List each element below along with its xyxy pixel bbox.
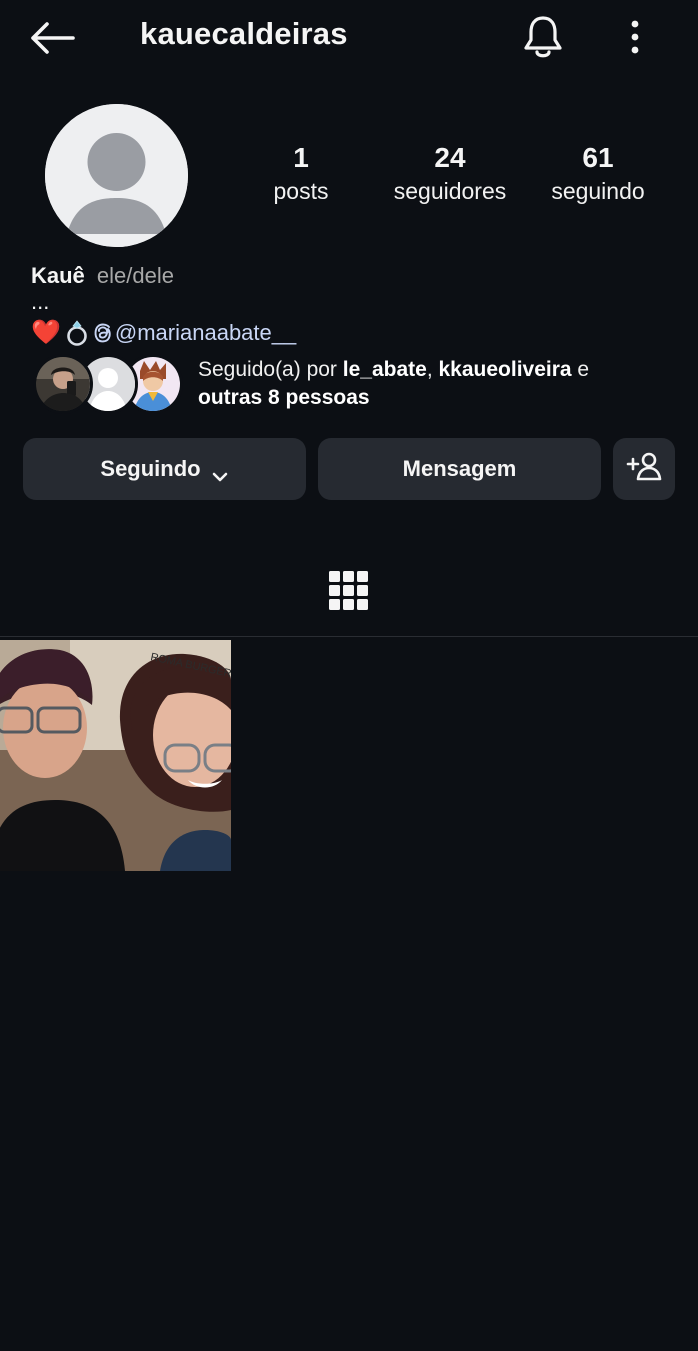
threads-handle: @marianaabate__: [114, 320, 297, 345]
grid-icon[interactable]: [328, 570, 369, 611]
stat-following[interactable]: 61 seguindo: [523, 140, 673, 206]
followed-by-text[interactable]: Seguido(a) por le_abate, kkaueoliveira e…: [198, 356, 668, 412]
chevron-down-icon: [211, 463, 229, 482]
threads-icon: [93, 322, 113, 344]
bell-icon[interactable]: [518, 12, 568, 62]
bio-text: ...: [31, 289, 50, 314]
followed-by-conjunction: e: [571, 358, 590, 381]
message-button-label: Mensagem: [402, 456, 517, 481]
profile-stats: 1 posts 24 seguidores 61 seguindo: [0, 140, 698, 220]
mutual-avatar: [33, 354, 93, 414]
followed-by-user-1: le_abate: [342, 358, 427, 381]
profile-tab-bar: [0, 560, 698, 636]
profile-screen: kauecaldeiras 1 posts 24 seguidores 61 s…: [0, 0, 698, 1351]
bio-name-line: Kauê ele/dele: [31, 262, 174, 290]
profile-username: kauecaldeiras: [140, 16, 348, 51]
display-name: Kauê: [31, 263, 85, 288]
followers-label: seguidores: [393, 178, 507, 204]
posts-label: posts: [273, 178, 329, 204]
suggested-users-button[interactable]: [613, 438, 675, 500]
following-label: seguindo: [551, 178, 645, 204]
following-count: 61: [582, 142, 614, 173]
bio-line: ❤️ @marianaabate__: [31, 318, 296, 348]
add-user-icon: [626, 451, 662, 487]
threads-mention-link[interactable]: @marianaabate__: [93, 320, 296, 346]
stat-followers[interactable]: 24 seguidores: [375, 140, 525, 206]
mutual-followers-avatars[interactable]: [33, 354, 183, 414]
followers-count: 24: [434, 142, 466, 173]
followed-by-others: outras 8 pessoas: [198, 386, 370, 409]
followed-by-separator: ,: [426, 358, 439, 381]
following-button-label: Seguindo: [100, 456, 201, 481]
stat-posts[interactable]: 1 posts: [226, 140, 376, 206]
posts-count: 1: [293, 142, 309, 173]
followed-by-user-2: kkaueoliveira: [438, 358, 572, 381]
more-options-icon[interactable]: [612, 12, 658, 62]
post-thumbnail[interactable]: ROMA BURGER: [0, 640, 231, 871]
back-arrow-icon[interactable]: [26, 14, 78, 62]
following-button[interactable]: Seguindo: [23, 438, 306, 500]
ring-icon: [65, 319, 89, 347]
pronouns: ele/dele: [96, 263, 174, 288]
heart-emoji: ❤️: [31, 319, 61, 346]
message-button[interactable]: Mensagem: [318, 438, 601, 500]
tab-divider: [0, 636, 698, 637]
top-bar: kauecaldeiras: [0, 0, 698, 80]
followed-by-prefix: Seguido(a) por: [198, 358, 343, 381]
